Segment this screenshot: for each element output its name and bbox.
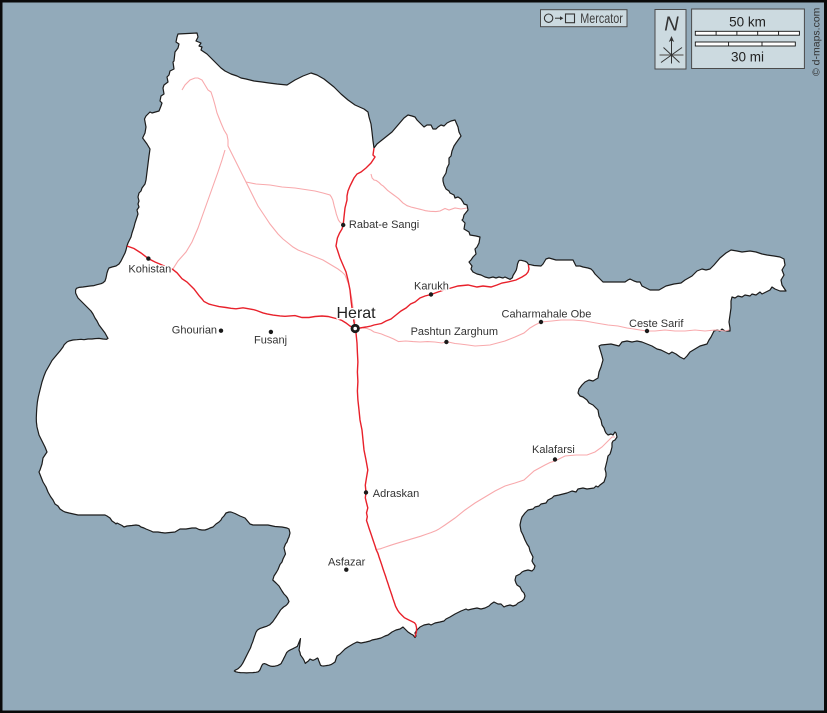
- svg-text:50 km: 50 km: [729, 14, 766, 29]
- svg-text:Asfazar: Asfazar: [328, 556, 366, 568]
- svg-text:30 mi: 30 mi: [731, 50, 764, 65]
- svg-text:Pashtun Zarghum: Pashtun Zarghum: [411, 326, 498, 338]
- svg-text:Ghourian: Ghourian: [172, 324, 217, 336]
- svg-text:Kalafarsi: Kalafarsi: [532, 444, 575, 456]
- svg-text:Caharmahale Obe: Caharmahale Obe: [502, 308, 592, 320]
- svg-text:Kohistan: Kohistan: [128, 263, 171, 275]
- svg-text:Mercator: Mercator: [580, 11, 623, 26]
- svg-text:Adraskan: Adraskan: [373, 488, 419, 500]
- svg-text:Rabat-e Sangi: Rabat-e Sangi: [349, 219, 419, 231]
- svg-text:N: N: [664, 14, 679, 36]
- svg-text:Herat: Herat: [337, 305, 377, 322]
- svg-text:Fusanj: Fusanj: [254, 335, 287, 347]
- svg-text:© d-maps.com: © d-maps.com: [811, 7, 823, 76]
- svg-text:Karukh: Karukh: [414, 280, 449, 292]
- svg-text:Ceste Sarif: Ceste Sarif: [629, 318, 684, 330]
